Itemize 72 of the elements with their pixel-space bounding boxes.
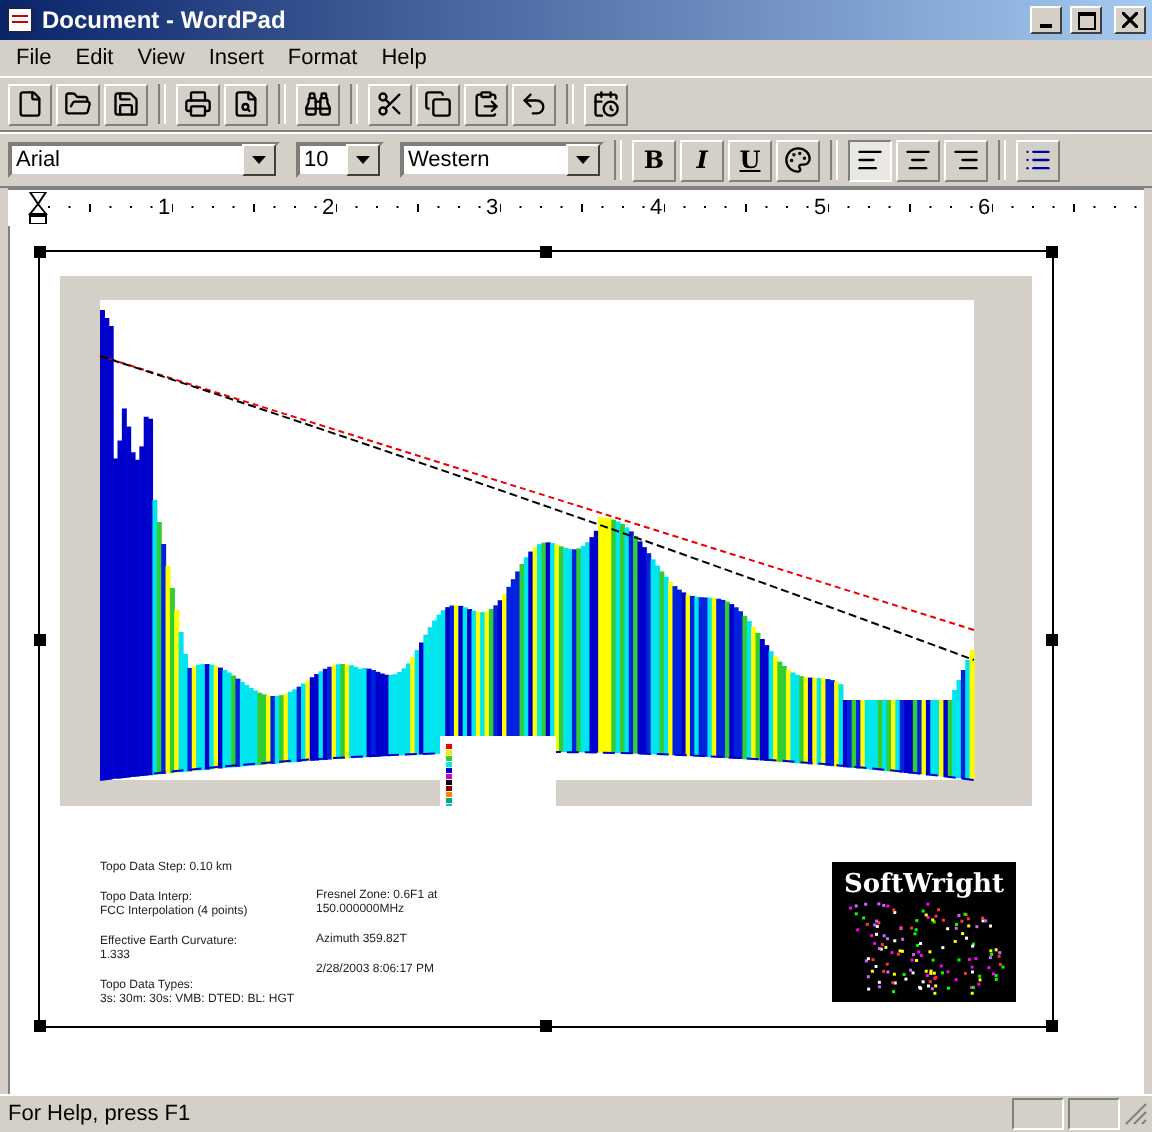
ruler-number: 1 — [156, 196, 172, 220]
color-button[interactable] — [776, 139, 820, 181]
underline-button[interactable]: U — [728, 139, 772, 181]
paste-icon — [472, 90, 500, 118]
printer-icon — [184, 90, 212, 118]
close-button[interactable] — [1114, 6, 1146, 34]
print-preview-button[interactable] — [224, 83, 268, 125]
resize-grip-icon[interactable] — [1124, 1102, 1148, 1126]
undo-icon — [520, 90, 548, 118]
cut-button[interactable] — [368, 83, 412, 125]
folder-button[interactable] — [56, 83, 100, 125]
script-dropdown[interactable]: Western — [400, 142, 604, 178]
palette-icon — [784, 146, 812, 174]
resize-handle[interactable] — [540, 246, 552, 258]
resize-handle[interactable] — [540, 1020, 552, 1032]
close-icon — [1122, 12, 1138, 28]
caret-icon — [252, 156, 266, 164]
menu-item[interactable]: Edit — [63, 42, 126, 74]
resize-handle[interactable] — [34, 633, 46, 645]
resize-handle[interactable] — [1046, 1020, 1058, 1032]
new-document-button[interactable] — [8, 83, 52, 125]
status-pane — [1012, 1098, 1064, 1130]
bullets-button[interactable] — [1016, 139, 1060, 181]
bold-button[interactable]: B — [632, 139, 676, 181]
folder-icon — [64, 90, 92, 118]
bullet-list-icon — [1024, 146, 1052, 174]
resize-handle[interactable] — [34, 1020, 46, 1032]
status-pane — [1068, 1098, 1120, 1130]
copy-icon — [424, 90, 452, 118]
maximize-button[interactable] — [1070, 6, 1102, 34]
binoculars-icon — [304, 90, 332, 118]
caret-icon — [356, 156, 370, 164]
ruler-number: 6 — [976, 196, 992, 220]
printer-button[interactable] — [176, 83, 220, 125]
align-center-icon — [904, 146, 932, 174]
new-document-icon — [16, 90, 44, 118]
menu-item[interactable]: Format — [275, 42, 370, 74]
align-button[interactable] — [848, 139, 892, 181]
paste-button[interactable] — [464, 83, 508, 125]
menu-item[interactable]: Insert — [196, 42, 276, 74]
size-dropdown[interactable]: 10 — [296, 142, 384, 178]
minimize-button[interactable] — [1030, 6, 1062, 34]
align-right-icon — [952, 146, 980, 174]
calendar-clock-button[interactable] — [584, 83, 628, 125]
menu-item[interactable]: View — [125, 42, 197, 74]
resize-handle[interactable] — [1046, 246, 1058, 258]
copy-button[interactable] — [416, 83, 460, 125]
print-preview-icon — [232, 90, 260, 118]
undo-button[interactable] — [512, 83, 556, 125]
menu-item[interactable]: File — [4, 42, 64, 74]
save-button[interactable] — [104, 83, 148, 125]
status-text: For Help, press F1 — [6, 1102, 193, 1126]
font-dropdown[interactable]: Arial — [8, 142, 280, 178]
ruler-number: 4 — [648, 196, 664, 220]
cut-icon — [376, 90, 404, 118]
caret-icon — [576, 156, 590, 164]
resize-handle[interactable] — [34, 246, 46, 258]
document-icon — [6, 6, 34, 34]
ruler-number: 2 — [320, 196, 336, 220]
ruler-number: 5 — [812, 196, 828, 220]
calendar-clock-icon — [592, 90, 620, 118]
logo-text: SoftWright — [843, 870, 1004, 900]
save-icon — [112, 90, 140, 118]
menu-item[interactable]: Help — [369, 42, 439, 74]
resize-handle[interactable] — [1046, 633, 1058, 645]
ruler-number: 3 — [484, 196, 500, 220]
align-left-icon — [856, 146, 884, 174]
binoculars-button[interactable] — [296, 83, 340, 125]
italic-button[interactable]: I — [680, 139, 724, 181]
embedded-object-frame[interactable] — [38, 250, 1054, 1028]
maximize-icon — [1077, 11, 1095, 29]
window-title: Document - WordPad — [42, 6, 288, 34]
